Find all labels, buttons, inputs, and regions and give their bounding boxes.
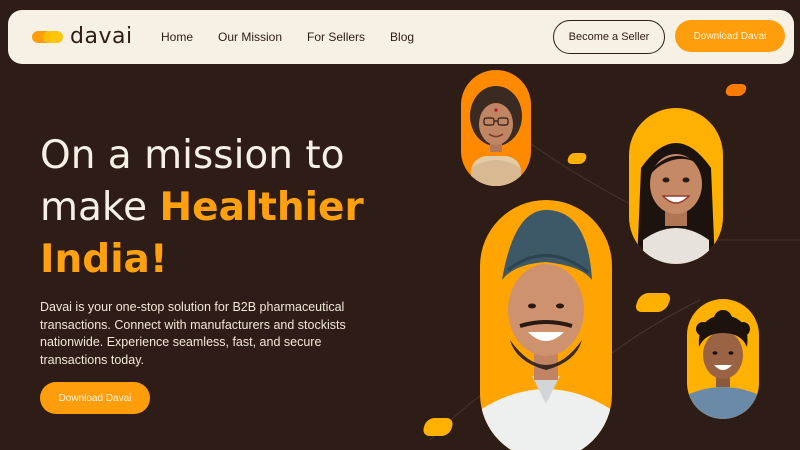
hero-highlight-healthier: Healthier [159,185,364,230]
nav-link-blog[interactable]: Blog [390,30,414,44]
young-man-portrait [687,299,759,419]
man-with-turban-portrait [480,200,612,450]
nav-link-our-mission[interactable]: Our Mission [218,30,282,44]
become-seller-button[interactable]: Become a Seller [553,20,665,54]
nav-download-button[interactable]: Download Davai [675,20,785,52]
nav-links: Home Our Mission For Sellers Blog [161,30,439,44]
hero-highlight-india: India! [40,237,168,282]
nav-link-home[interactable]: Home [161,30,193,44]
brand-name: davai [70,24,133,49]
hero-description: Davai is your one-stop solution for B2B … [40,300,346,367]
davai-logo-icon [32,27,64,47]
hero-title: On a mission to make Healthier India! [40,130,400,286]
man-with-turban-image [480,210,612,450]
davai-logo[interactable]: davai [32,24,133,49]
nav-link-for-sellers[interactable]: For Sellers [307,30,365,44]
young-woman-image [637,143,715,264]
hero-title-line1: On a mission to [40,133,345,178]
elderly-woman-portrait [461,70,531,186]
elderly-woman-image [470,86,522,186]
hero-title-line2: make [40,185,160,230]
hero-download-button[interactable]: Download Davai [40,382,150,414]
young-man-image [687,310,759,419]
young-woman-portrait [629,108,723,264]
